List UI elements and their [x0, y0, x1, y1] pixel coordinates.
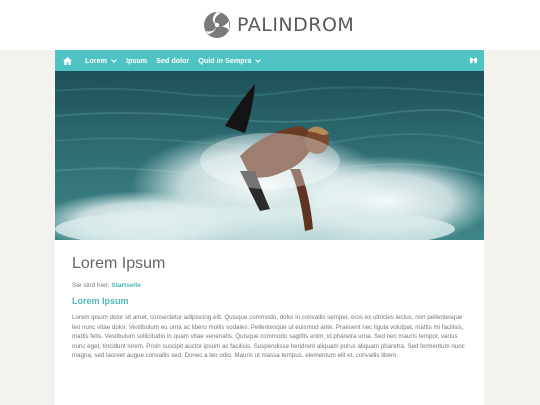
nav-item-quid-in-sempra[interactable]: Quid in Sempra — [198, 56, 262, 65]
breadcrumb-prefix: Sie sind hier: — [72, 282, 110, 289]
logo-text: PALINDROM — [237, 14, 355, 36]
search-icon — [469, 57, 477, 64]
main-navigation: Lorem Ipsum Sed dolor Quid in Sempra — [55, 50, 484, 71]
nav-item-ipsum[interactable]: Ipsum — [126, 56, 147, 65]
nav-home[interactable] — [58, 50, 76, 71]
home-icon — [62, 56, 72, 65]
nav-item-sed-dolor[interactable]: Sed dolor — [156, 56, 189, 65]
main-content: Lorem Ipsum Sie sind hier: Startseite Lo… — [55, 240, 484, 405]
nav-item-lorem[interactable]: Lorem — [85, 56, 117, 65]
section-heading: Lorem Ipsum — [72, 296, 129, 306]
site-logo[interactable]: PALINDROM — [203, 11, 354, 39]
site-header: PALINDROM — [0, 0, 540, 50]
nav-item-label: Ipsum — [125, 56, 148, 65]
breadcrumb-link-startseite[interactable]: Startseite — [111, 282, 141, 289]
nav-search-button[interactable] — [462, 50, 484, 71]
breadcrumb: Sie sind hier: Startseite — [72, 282, 141, 289]
logo-mark-icon — [204, 12, 230, 38]
hero-image — [55, 71, 484, 240]
nav-item-label: Lorem — [85, 56, 107, 65]
page-title: Lorem Ipsum — [72, 255, 166, 272]
chevron-down-icon — [255, 58, 262, 63]
body-paragraph: Lorem ipsum dolor sit amet, consectetur … — [72, 314, 465, 360]
nav-item-label: Sed dolor — [156, 56, 190, 65]
nav-item-label: Quid in Sempra — [198, 56, 252, 65]
chevron-down-icon — [111, 58, 117, 63]
surfer-photo — [55, 71, 484, 240]
